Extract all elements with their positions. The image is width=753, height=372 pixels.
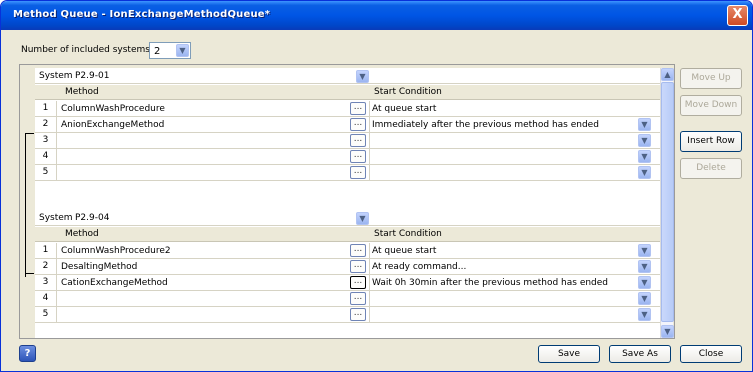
included-systems-label: Number of included systems:	[21, 45, 153, 55]
browse-method-button[interactable]: ...	[350, 276, 366, 289]
table-row[interactable]: 3 ... ▼	[35, 133, 660, 149]
queue-grid: System P2.9-01 ▼ Method Start Condition …	[35, 68, 660, 338]
table-row[interactable]: 4 ... ▼	[35, 291, 660, 307]
insert-row-button[interactable]: Insert Row	[680, 131, 742, 152]
row-number: 5	[35, 165, 57, 180]
move-up-button[interactable]: Move Up	[680, 68, 742, 89]
chevron-down-icon[interactable]: ▼	[638, 260, 651, 273]
included-systems-value: 2	[154, 46, 161, 57]
cell-divider	[369, 165, 370, 180]
table-row[interactable]: 5 ... ▼	[35, 307, 660, 323]
browse-method-button[interactable]: ...	[350, 308, 366, 321]
cell-divider	[369, 307, 370, 322]
table-row[interactable]: 4 ... ▼	[35, 149, 660, 165]
row-number: 4	[35, 291, 57, 306]
start-condition-cell[interactable]: At queue start	[372, 104, 436, 114]
chevron-down-icon[interactable]: ▼	[638, 276, 651, 289]
system-label: System	[39, 71, 73, 81]
browse-method-button[interactable]: ...	[350, 292, 366, 305]
method-cell[interactable]: ColumnWashProcedure	[61, 104, 165, 114]
cell-divider	[369, 133, 370, 148]
start-condition-cell[interactable]: At queue start	[372, 246, 436, 256]
row-number: 5	[35, 307, 57, 322]
chevron-down-icon[interactable]: ▼	[638, 166, 651, 179]
method-column-header: Method	[65, 87, 99, 97]
scroll-thumb[interactable]	[661, 82, 674, 322]
row-number: 2	[35, 259, 57, 274]
cell-divider	[369, 117, 370, 132]
cell-divider	[369, 149, 370, 164]
browse-method-button[interactable]: ...	[350, 166, 366, 179]
start-condition-cell[interactable]: At ready command...	[372, 262, 466, 272]
help-icon[interactable]: ?	[19, 345, 36, 362]
table-row[interactable]: 3 CationExchangeMethod ... Wait 0h 30min…	[35, 275, 660, 291]
table-row[interactable]: 5 ... ▼	[35, 165, 660, 181]
method-cell[interactable]: DesaltingMethod	[61, 262, 137, 272]
row-number: 4	[35, 149, 57, 164]
row-number: 1	[35, 101, 57, 116]
row-number: 3	[35, 275, 57, 290]
move-down-button[interactable]: Move Down	[680, 95, 742, 116]
browse-method-button[interactable]: ...	[350, 118, 366, 131]
save-button[interactable]: Save	[538, 345, 600, 363]
method-cell[interactable]: ColumnWashProcedure2	[61, 246, 171, 256]
method-cell[interactable]: AnionExchangeMethod	[61, 120, 164, 130]
row-number: 1	[35, 243, 57, 258]
chevron-down-icon[interactable]: ▼	[638, 292, 651, 305]
chevron-down-icon[interactable]: ▼	[176, 44, 189, 57]
browse-method-button[interactable]: ...	[350, 260, 366, 273]
browse-method-button[interactable]: ...	[350, 150, 366, 163]
delete-button[interactable]: Delete	[680, 158, 742, 179]
link-bracket-system-2	[25, 255, 34, 274]
start-condition-cell[interactable]: Wait 0h 30min after the previous method …	[372, 278, 608, 288]
cell-divider	[369, 101, 370, 116]
method-cell[interactable]: CationExchangeMethod	[61, 278, 168, 288]
start-condition-cell[interactable]: Immediately after the previous method ha…	[372, 120, 599, 130]
system-label: System	[39, 213, 73, 223]
cell-divider	[369, 259, 370, 274]
chevron-down-icon[interactable]: ▼	[638, 244, 651, 257]
chevron-down-icon[interactable]: ▼	[638, 118, 651, 131]
scroll-down-icon[interactable]: ▼	[661, 325, 674, 338]
save-as-button[interactable]: Save As	[609, 345, 671, 363]
window-title: Method Queue - IonExchangeMethodQueue*	[13, 9, 271, 20]
browse-method-button[interactable]: ...	[350, 134, 366, 147]
cell-divider	[369, 291, 370, 306]
table-row[interactable]: 1 ColumnWashProcedure ... At queue start	[35, 101, 660, 117]
scroll-up-icon[interactable]: ▲	[661, 68, 674, 81]
system-1-value: P2.9-01	[75, 71, 110, 81]
chevron-down-icon[interactable]: ▼	[638, 150, 651, 163]
system-1-row: System P2.9-01 ▼	[35, 68, 660, 84]
start-condition-column-header: Start Condition	[374, 87, 442, 97]
system-2-header: Method Start Condition	[35, 227, 660, 242]
system-1-header: Method Start Condition	[35, 85, 660, 100]
vertical-scrollbar[interactable]: ▲ ▼	[660, 68, 674, 338]
close-icon[interactable]: X	[727, 5, 748, 26]
chevron-down-icon[interactable]: ▼	[356, 70, 369, 83]
chevron-down-icon[interactable]: ▼	[638, 308, 651, 321]
chevron-down-icon[interactable]: ▼	[356, 212, 369, 225]
title-bar[interactable]: Method Queue - IonExchangeMethodQueue* X	[1, 1, 752, 30]
method-queue-dialog: Method Queue - IonExchangeMethodQueue* X…	[0, 0, 753, 372]
close-button[interactable]: Close	[680, 345, 742, 363]
row-number: 2	[35, 117, 57, 132]
system-2-value: P2.9-04	[75, 213, 110, 223]
browse-method-button[interactable]: ...	[350, 244, 366, 257]
method-column-header: Method	[65, 229, 99, 239]
start-condition-column-header: Start Condition	[374, 229, 442, 239]
browse-method-button[interactable]: ...	[350, 102, 366, 115]
included-systems-select[interactable]: 2 ▼	[149, 42, 191, 59]
row-number: 3	[35, 133, 57, 148]
chevron-down-icon[interactable]: ▼	[638, 134, 651, 147]
system-2-row: System P2.9-04 ▼	[35, 210, 660, 226]
cell-divider	[369, 243, 370, 258]
table-row[interactable]: 2 AnionExchangeMethod ... Immediately af…	[35, 117, 660, 133]
table-row[interactable]: 1 ColumnWashProcedure2 ... At queue star…	[35, 243, 660, 259]
cell-divider	[369, 275, 370, 290]
table-row[interactable]: 2 DesaltingMethod ... At ready command..…	[35, 259, 660, 275]
